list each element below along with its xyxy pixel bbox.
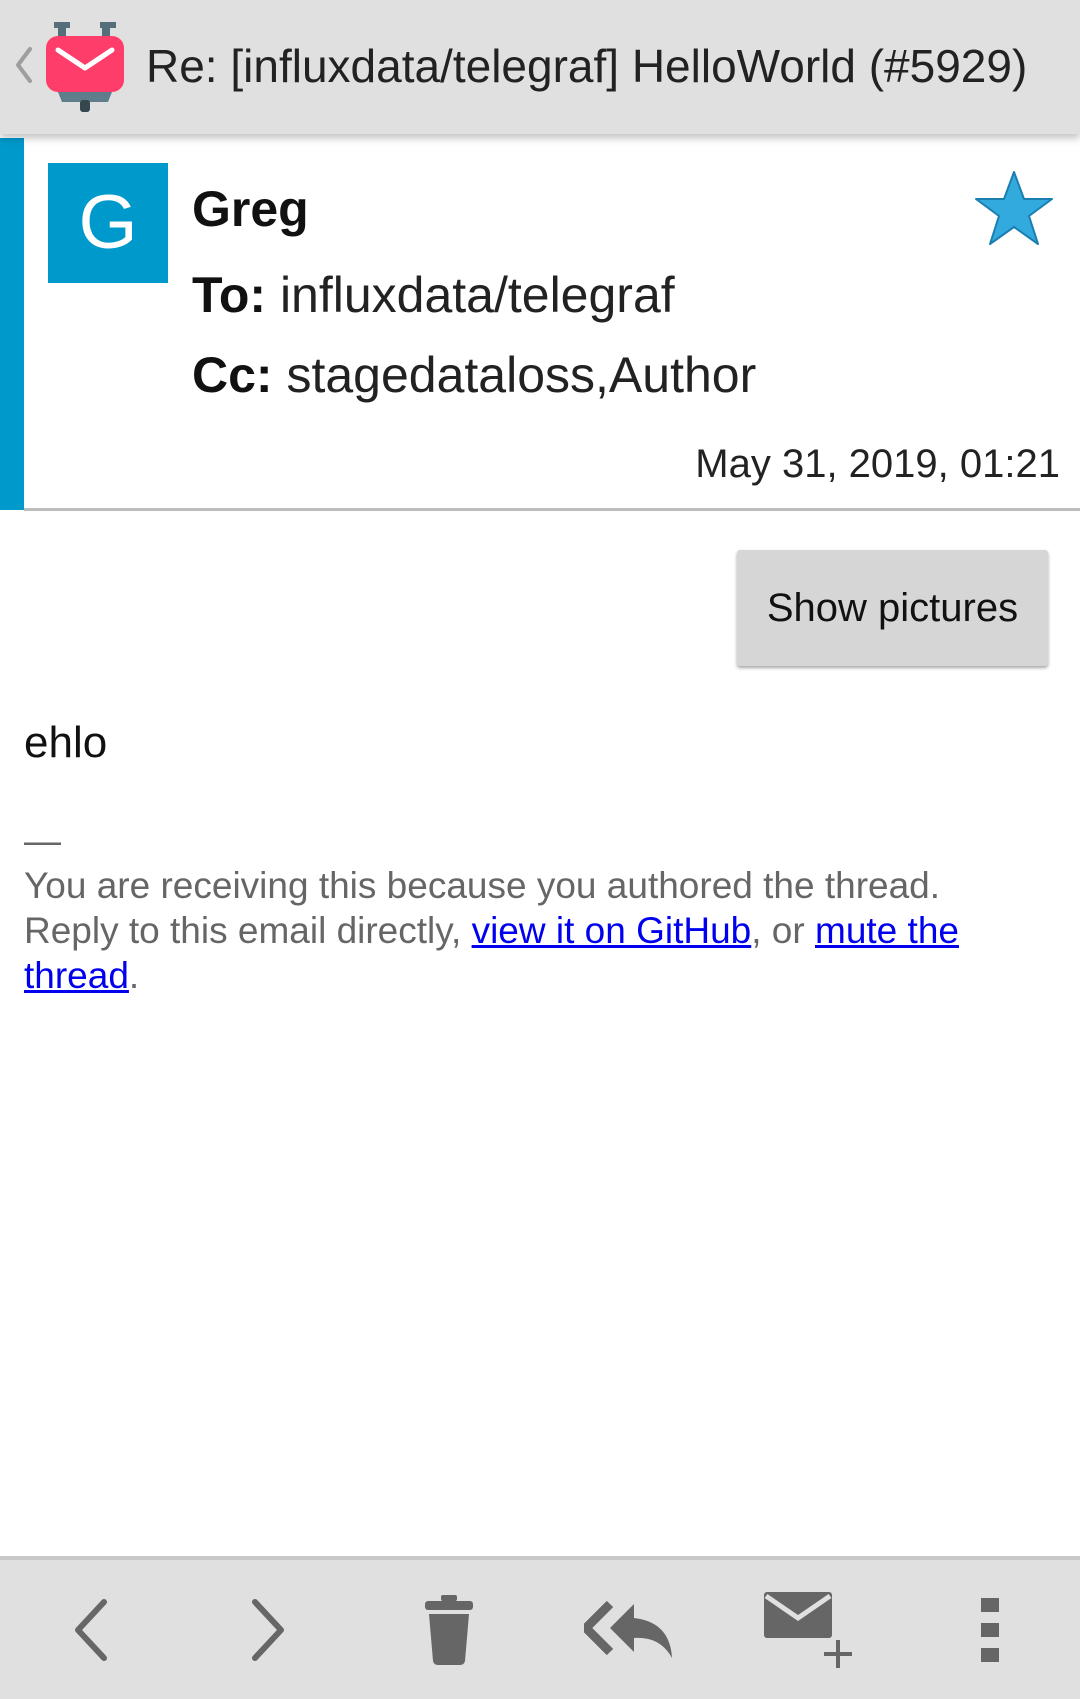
next-icon <box>252 1598 284 1661</box>
delete-button[interactable] <box>374 1560 524 1699</box>
star-icon <box>975 171 1053 245</box>
message-date: May 31, 2019, 01:21 <box>695 442 1060 486</box>
overflow-menu-button[interactable] <box>915 1560 1065 1699</box>
reply-all-button[interactable] <box>555 1560 705 1699</box>
to-row: To: influxdata/telegraf <box>192 266 675 324</box>
compose-button[interactable] <box>735 1560 885 1699</box>
footer-separator: — <box>24 820 61 861</box>
show-pictures-button[interactable]: Show pictures <box>737 550 1048 666</box>
message-header: G Greg To: influxdata/telegraf Cc: stage… <box>0 138 1080 511</box>
cc-row: Cc: stagedataloss,Author <box>192 346 756 404</box>
bottom-toolbar <box>0 1556 1080 1699</box>
reply-all-icon <box>584 1600 672 1658</box>
subject-title: Re: [influxdata/telegraf] HelloWorld (#5… <box>146 40 1028 92</box>
message-body-text: ehlo <box>24 718 108 767</box>
footer-end: . <box>128 955 140 996</box>
delete-icon <box>425 1594 473 1665</box>
sender-name: Greg <box>192 181 309 237</box>
accent-bar <box>0 138 24 510</box>
previous-message-button[interactable] <box>15 1560 165 1699</box>
header-divider <box>24 508 1080 511</box>
to-value: influxdata/telegraf <box>279 267 675 323</box>
view-on-github-link[interactable]: view it on GitHub <box>472 910 752 951</box>
app-bar: Re: [influxdata/telegraf] HelloWorld (#5… <box>0 0 1080 134</box>
previous-icon <box>75 1598 107 1661</box>
chevron-left-icon <box>16 47 32 83</box>
avatar[interactable]: G <box>48 163 168 283</box>
to-label: To: <box>192 267 267 323</box>
email-footer: — You are receiving this because you aut… <box>24 818 1044 998</box>
footer-line1: You are receiving this because you autho… <box>24 865 941 906</box>
cc-label: Cc: <box>192 347 273 403</box>
star-button[interactable] <box>972 168 1056 248</box>
footer-line2: Reply to this email directly, view it on… <box>24 908 1044 998</box>
footer-prefix: Reply to this email directly, <box>24 910 472 951</box>
cc-value: stagedataloss,Author <box>286 347 757 403</box>
k9-mail-logo-icon[interactable] <box>44 22 126 112</box>
footer-mid: , or <box>751 910 815 951</box>
compose-icon <box>764 1591 852 1668</box>
next-message-button[interactable] <box>194 1560 344 1699</box>
back-button[interactable] <box>10 38 36 92</box>
overflow-menu-icon <box>981 1597 999 1662</box>
